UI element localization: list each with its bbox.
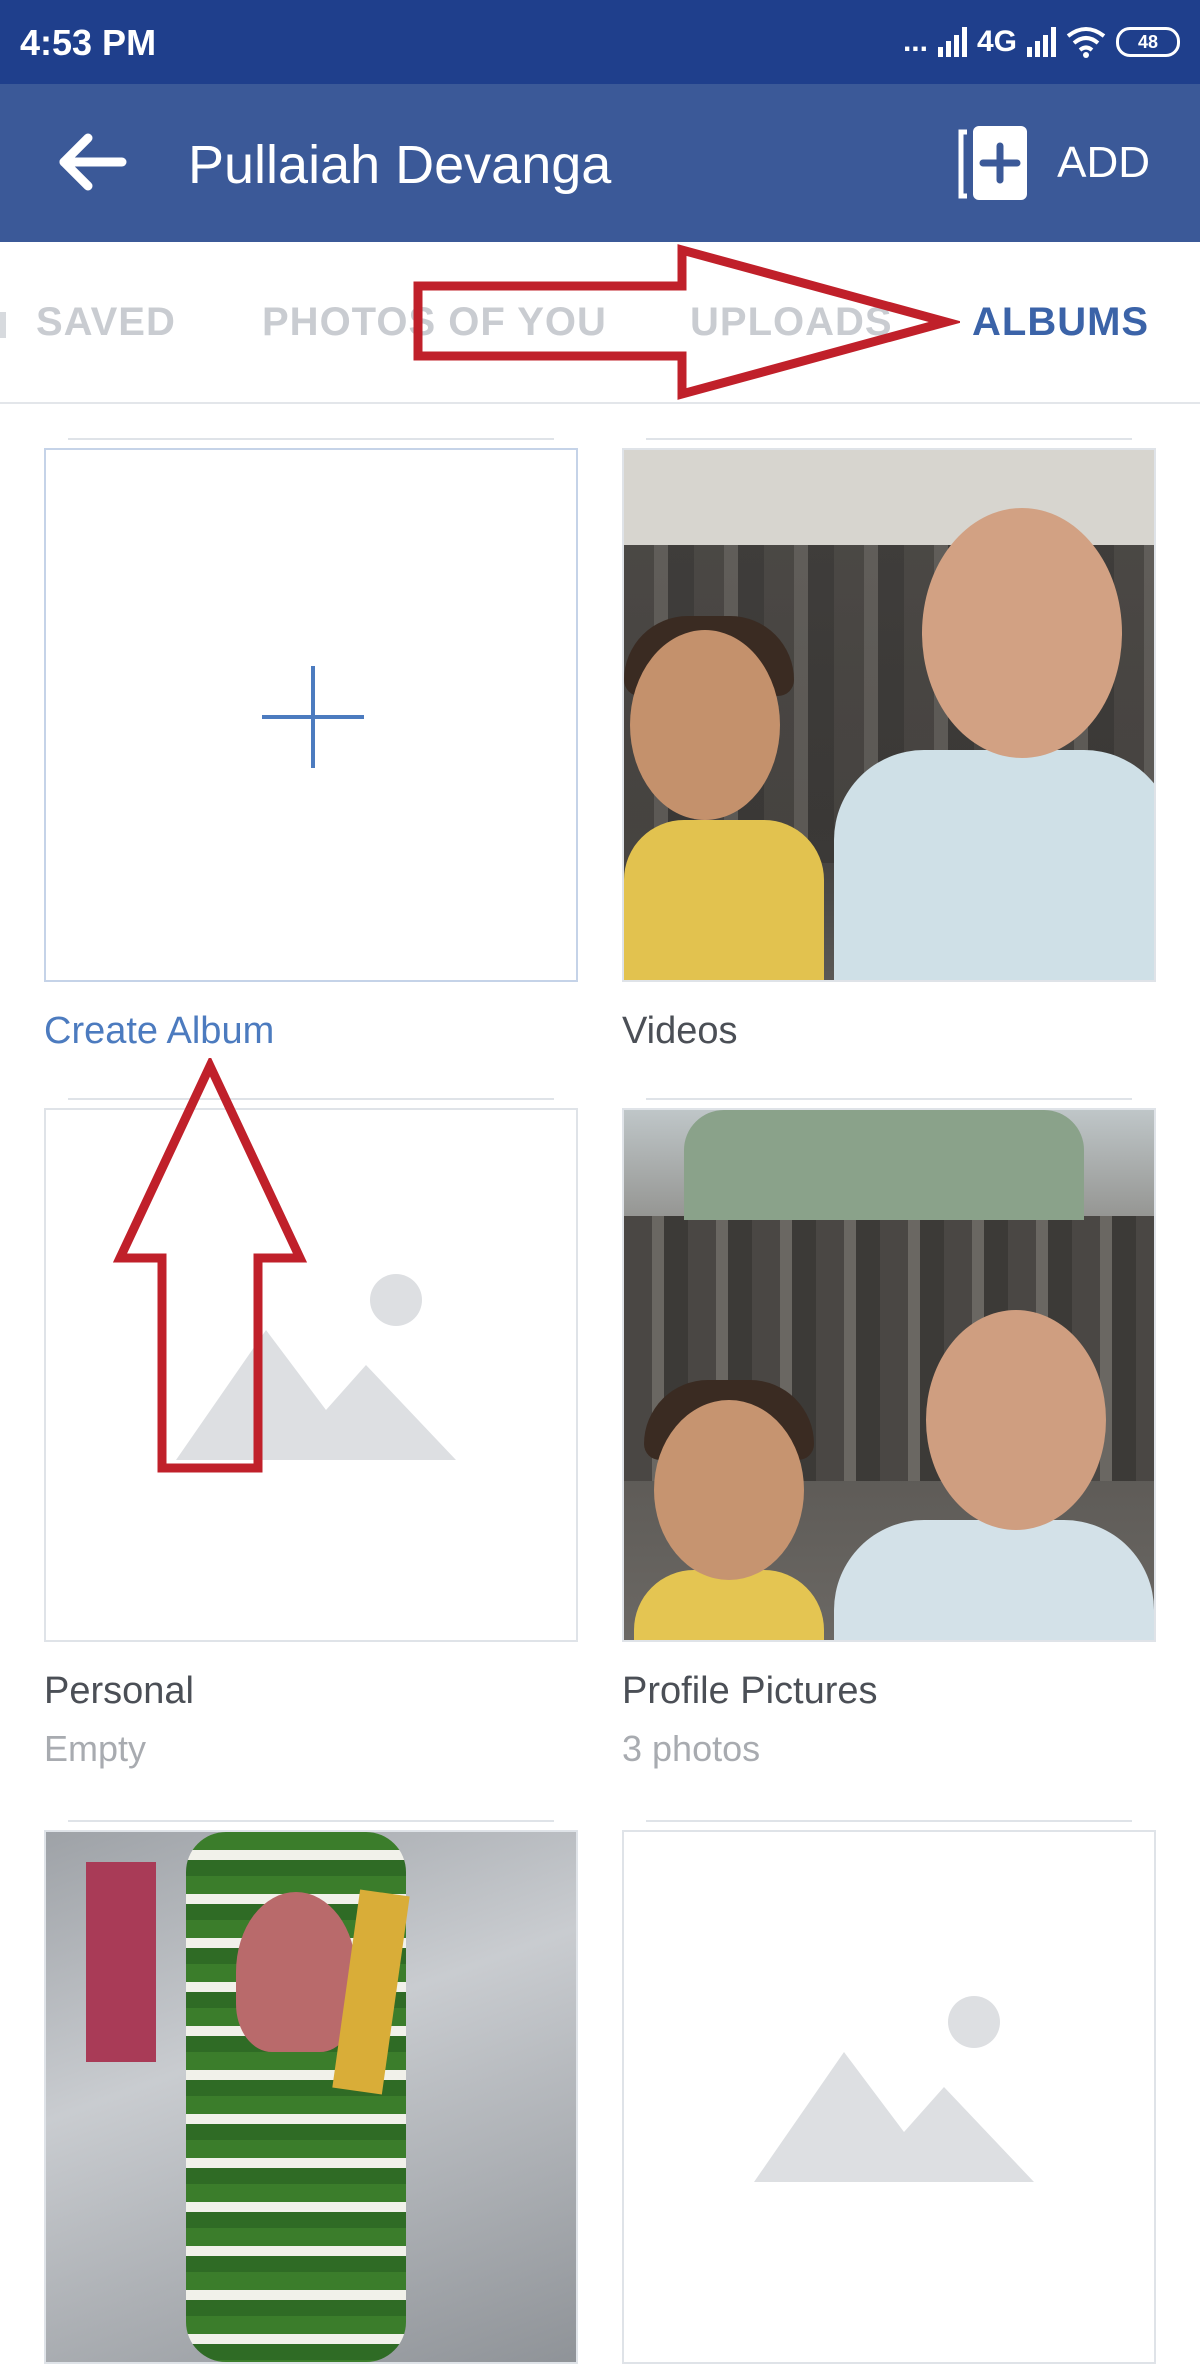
album-cover-profile-pictures[interactable] — [622, 1108, 1156, 1642]
plus-icon — [262, 666, 364, 768]
right-arrow-annotation — [413, 244, 960, 400]
back-arrow-icon[interactable] — [58, 132, 128, 192]
album-title: Personal — [44, 1670, 194, 1712]
status-bar: 4:53 PM ... 4G 48 — [0, 0, 1200, 84]
page-title: Pullaiah Devanga — [188, 135, 612, 195]
wifi-icon — [1066, 27, 1106, 58]
up-arrow-annotation — [112, 1058, 308, 1473]
card-stack-edge — [646, 1098, 1132, 1106]
card-stack-edge — [646, 438, 1132, 446]
add-label: ADD — [1057, 138, 1150, 187]
album-cover-photo — [624, 1110, 1154, 1640]
tab-albums[interactable]: ALBUMS — [972, 300, 1149, 345]
album-count: Empty — [44, 1728, 147, 1769]
card-stack-edge — [68, 438, 554, 446]
battery-icon: 48 — [1116, 27, 1180, 57]
signal-icon — [937, 27, 967, 57]
add-photo-icon — [958, 126, 1028, 200]
create-album-tile[interactable] — [44, 448, 578, 982]
battery-level: 48 — [1137, 32, 1159, 52]
album-cover-empty[interactable] — [622, 1830, 1156, 2364]
tab-scroll-edge — [0, 312, 6, 338]
album-cover-photo — [624, 450, 1154, 980]
empty-image-icon — [754, 1996, 1034, 2182]
status-time: 4:53 PM — [20, 22, 157, 63]
album-count: 3 photos — [622, 1728, 761, 1769]
album-cover-photo — [46, 1832, 576, 2362]
album-cover-videos[interactable] — [622, 448, 1156, 982]
card-stack-edge — [646, 1820, 1132, 1828]
notification-dots: ... — [902, 25, 928, 58]
album-title: Profile Pictures — [622, 1670, 878, 1712]
create-album-label[interactable]: Create Album — [44, 1010, 274, 1053]
album-cover[interactable] — [44, 1830, 578, 2364]
tab-saved[interactable]: SAVED — [36, 300, 176, 345]
app-bar: Pullaiah Devanga ADD — [0, 84, 1200, 242]
status-icons: ... 4G 48 — [903, 20, 1180, 64]
add-button[interactable]: ADD — [953, 120, 1150, 206]
card-stack-edge — [68, 1820, 554, 1828]
album-title: Videos — [622, 1010, 738, 1052]
signal-icon-2 — [1027, 27, 1056, 57]
network-type-label: 4G — [976, 25, 1017, 58]
